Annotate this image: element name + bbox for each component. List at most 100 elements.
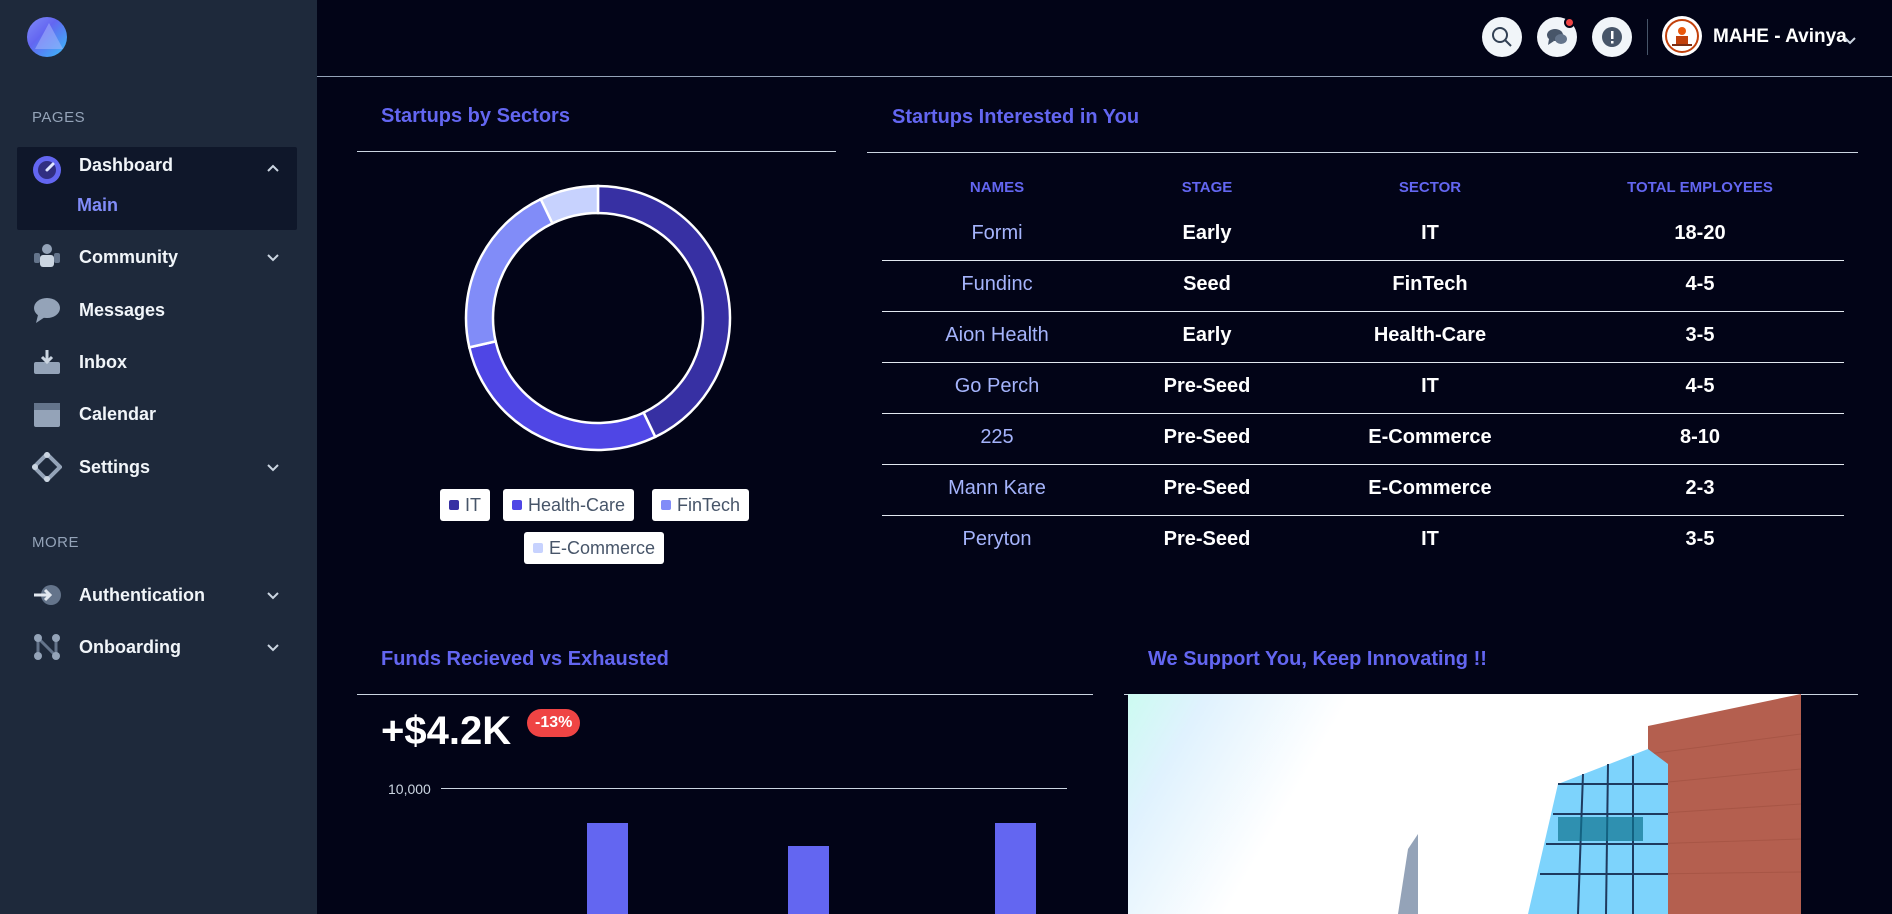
cell-sector: IT xyxy=(1421,222,1439,244)
sidebar-item-label: Settings xyxy=(79,456,151,477)
panel-title-interested: Startups Interested in You xyxy=(892,106,1140,128)
legend-swatch xyxy=(512,500,522,510)
cell-employees: 4-5 xyxy=(1685,375,1715,397)
community-icon xyxy=(32,242,62,272)
sidebar-item-label: Messages xyxy=(79,299,166,320)
column-header-sector: SECTOR xyxy=(1398,179,1462,196)
cell-stage: Pre-Seed xyxy=(1163,477,1251,499)
info-button[interactable] xyxy=(1592,17,1632,57)
university-seal-icon xyxy=(1665,19,1699,53)
funds-bar[interactable] xyxy=(995,823,1036,914)
info-icon xyxy=(1602,27,1622,47)
cell-name[interactable]: Peryton xyxy=(887,528,1107,551)
cell-employees: 4-5 xyxy=(1685,273,1715,295)
chevron-down-icon[interactable] xyxy=(265,249,281,265)
cell-stage: Seed xyxy=(1183,273,1231,295)
cell-name[interactable]: Fundinc xyxy=(887,273,1107,296)
panel-title-support: We Support You, Keep Innovating !! xyxy=(1148,648,1487,670)
donut-slice-fintech[interactable] xyxy=(464,197,555,349)
calendar-icon xyxy=(32,399,62,429)
panel-divider xyxy=(867,152,1858,153)
cell-sector: IT xyxy=(1421,375,1439,397)
table-row[interactable]: Aion Health Early Health-Care 3-5 xyxy=(882,312,1844,363)
sidebar-item-label: Inbox xyxy=(79,351,127,372)
legend-label: IT xyxy=(465,494,481,515)
search-button[interactable] xyxy=(1482,17,1522,57)
cell-stage: Early xyxy=(1182,324,1232,346)
cell-employees: 2-3 xyxy=(1685,477,1715,499)
funds-bar[interactable] xyxy=(788,846,829,914)
sidebar-item-messages[interactable]: Messages xyxy=(17,286,297,334)
panel-divider xyxy=(357,151,836,152)
sidebar-item-community[interactable]: Community xyxy=(17,233,297,281)
column-header-stage: STAGE xyxy=(1181,179,1233,196)
sidebar-item-label: Dashboard xyxy=(79,155,174,175)
cell-name[interactable]: Formi xyxy=(887,222,1107,245)
settings-icon xyxy=(32,452,62,482)
table-row[interactable]: Formi Early IT 18-20 xyxy=(882,210,1844,261)
cell-sector: FinTech xyxy=(1392,273,1468,295)
legend-label: FinTech xyxy=(677,494,741,515)
legend-label: Health-Care xyxy=(528,494,626,515)
cell-employees: 3-5 xyxy=(1685,324,1715,346)
sidebar: PAGES Dashboard Main Community Messages … xyxy=(0,0,317,914)
donut-slice-e-commerce[interactable] xyxy=(539,184,600,226)
donut-slice-health-care[interactable] xyxy=(467,339,657,452)
chevron-down-icon[interactable] xyxy=(265,459,281,475)
legend-swatch xyxy=(661,500,671,510)
legend-item-health-care[interactable]: Health-Care xyxy=(503,489,635,521)
chevron-down-icon[interactable] xyxy=(265,639,281,655)
cell-stage: Pre-Seed xyxy=(1163,528,1251,550)
sidebar-item-label: Onboarding xyxy=(79,636,181,657)
cell-name[interactable]: Go Perch xyxy=(887,375,1107,398)
chevron-down-icon[interactable] xyxy=(1842,32,1858,48)
user-name[interactable]: MAHE - Avinya xyxy=(1713,26,1847,48)
sidebar-subitem-main[interactable]: Main xyxy=(77,195,118,216)
inbox-icon xyxy=(32,347,62,377)
dashboard-gauge-icon xyxy=(32,155,62,185)
legend-item-it[interactable]: IT xyxy=(440,489,490,521)
cell-employees: 18-20 xyxy=(1674,222,1726,244)
sidebar-item-onboarding[interactable]: Onboarding xyxy=(17,623,297,671)
cell-stage: Early xyxy=(1182,222,1232,244)
sidebar-item-authentication[interactable]: Authentication xyxy=(17,571,297,619)
sidebar-item-label: Authentication xyxy=(79,584,205,605)
table-row[interactable]: Mann Kare Pre-Seed E-Commerce 2-3 xyxy=(882,465,1844,516)
legend-item-e-commerce[interactable]: E-Commerce xyxy=(524,532,665,564)
legend-item-fintech[interactable]: FinTech xyxy=(652,489,750,521)
avatar[interactable] xyxy=(1662,16,1702,56)
sidebar-item-calendar[interactable]: Calendar xyxy=(17,390,297,438)
messages-icon xyxy=(32,295,62,325)
authentication-icon xyxy=(32,580,62,610)
app-logo[interactable] xyxy=(27,17,67,57)
grid-line xyxy=(441,788,1067,789)
top-header xyxy=(317,0,1892,77)
cell-sector: E-Commerce xyxy=(1368,426,1492,448)
sidebar-item-inbox[interactable]: Inbox xyxy=(17,338,297,386)
building-photo xyxy=(1128,694,1801,914)
column-header-names: NAMES xyxy=(969,179,1025,196)
table-row[interactable]: Fundinc Seed FinTech 4-5 xyxy=(882,261,1844,312)
search-icon xyxy=(1492,27,1512,47)
change-badge: -13% xyxy=(527,709,581,737)
chat-button[interactable] xyxy=(1537,17,1577,57)
chevron-down-icon[interactable] xyxy=(265,587,281,603)
table-row[interactable]: 225 Pre-Seed E-Commerce 8-10 xyxy=(882,414,1844,465)
sidebar-item-settings[interactable]: Settings xyxy=(17,443,297,491)
cell-name[interactable]: Aion Health xyxy=(887,324,1107,347)
cell-name[interactable]: 225 xyxy=(887,426,1107,449)
cell-sector: E-Commerce xyxy=(1368,477,1492,499)
chevron-up-icon[interactable] xyxy=(265,161,281,177)
legend-label: E-Commerce xyxy=(549,537,656,558)
cell-employees: 3-5 xyxy=(1685,528,1715,550)
panel-divider xyxy=(357,694,1093,695)
table-row[interactable]: Go Perch Pre-Seed IT 4-5 xyxy=(882,363,1844,414)
sectors-donut-chart xyxy=(464,184,732,452)
cell-sector: IT xyxy=(1421,528,1439,550)
cell-name[interactable]: Mann Kare xyxy=(887,477,1107,500)
sidebar-item-dashboard[interactable]: Dashboard xyxy=(17,147,297,230)
donut-slice-it[interactable] xyxy=(596,184,732,439)
funds-bar[interactable] xyxy=(587,823,628,914)
table-row[interactable]: Peryton Pre-Seed IT 3-5 xyxy=(882,516,1844,567)
cell-stage: Pre-Seed xyxy=(1163,426,1251,448)
